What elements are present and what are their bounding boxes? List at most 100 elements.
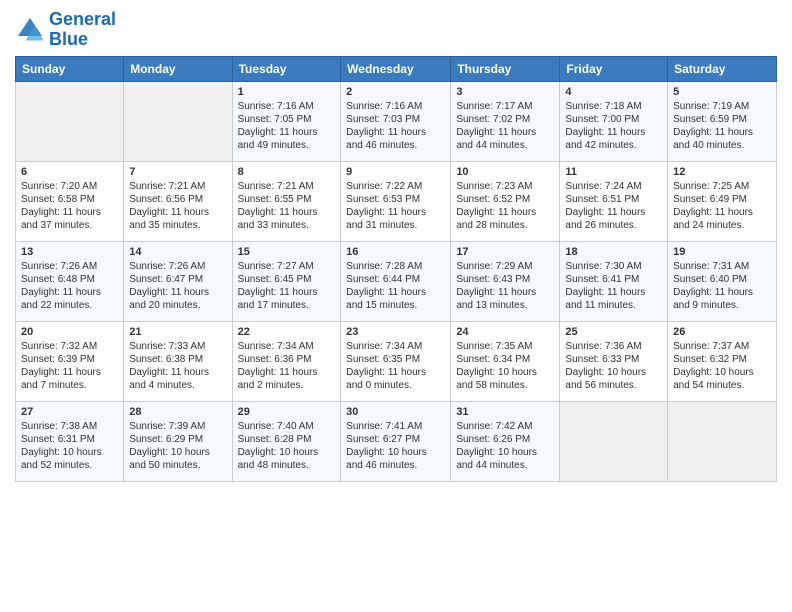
day-number: 10 (456, 166, 554, 178)
logo-icon (15, 15, 45, 45)
calendar-cell: 25 Sunrise: 7:36 AM Sunset: 6:33 PM Dayli… (560, 321, 668, 401)
day-number: 15 (238, 246, 336, 258)
day-info: Sunrise: 7:29 AM Sunset: 6:43 PM Dayligh… (456, 260, 554, 312)
day-number: 30 (346, 406, 445, 418)
calendar-cell: 23Sunrise: 7:34 AM Sunset: 6:35 PM Dayli… (341, 321, 451, 401)
day-info: Sunrise: 7:18 AM Sunset: 7:00 PM Dayligh… (565, 100, 662, 152)
day-number: 22 (238, 326, 336, 338)
day-number: 26 (673, 326, 771, 338)
calendar-cell: 17 Sunrise: 7:29 AM Sunset: 6:43 PM Dayli… (451, 241, 560, 321)
day-number: 1 (238, 86, 336, 98)
calendar-cell (124, 81, 232, 161)
calendar-cell: 6 Sunrise: 7:20 AM Sunset: 6:58 PM Daylig… (16, 161, 124, 241)
day-number: 14 (129, 246, 226, 258)
day-number: 21 (129, 326, 226, 338)
day-info: Sunrise: 7:41 AM Sunset: 6:27 PM Dayligh… (346, 420, 445, 472)
calendar-cell (668, 401, 777, 481)
day-info: Sunrise: 7:16 AM Sunset: 7:03 PM Dayligh… (346, 100, 445, 152)
day-number: 24 (456, 326, 554, 338)
day-info: Sunrise: 7:22 AM Sunset: 6:53 PM Dayligh… (346, 180, 445, 232)
day-number: 3 (456, 86, 554, 98)
page-header: General Blue (15, 10, 777, 50)
day-info: Sunrise: 7:31 AM Sunset: 6:40 PM Dayligh… (673, 260, 771, 312)
logo: General Blue (15, 10, 116, 50)
calendar-cell: 8 Sunrise: 7:21 AM Sunset: 6:55 PM Daylig… (232, 161, 341, 241)
calendar-cell: 2 Sunrise: 7:16 AM Sunset: 7:03 PM Daylig… (341, 81, 451, 161)
calendar-table: SundayMondayTuesdayWednesdayThursdayFrid… (15, 56, 777, 482)
calendar-cell: 3 Sunrise: 7:17 AM Sunset: 7:02 PM Daylig… (451, 81, 560, 161)
day-number: 4 (565, 86, 662, 98)
day-header-saturday: Saturday (668, 56, 777, 81)
day-info: Sunrise: 7:24 AM Sunset: 6:51 PM Dayligh… (565, 180, 662, 232)
calendar-header: SundayMondayTuesdayWednesdayThursdayFrid… (16, 56, 777, 81)
calendar-cell: 20 Sunrise: 7:32 AM Sunset: 6:39 PM Dayli… (16, 321, 124, 401)
calendar-cell: 27Sunrise: 7:38 AM Sunset: 6:31 PM Dayli… (16, 401, 124, 481)
day-number: 8 (238, 166, 336, 178)
calendar-cell: 10 Sunrise: 7:23 AM Sunset: 6:52 PM Dayli… (451, 161, 560, 241)
day-number: 20 (21, 326, 118, 338)
day-info: Sunrise: 7:39 AM Sunset: 6:29 PM Dayligh… (129, 420, 226, 472)
day-header-monday: Monday (124, 56, 232, 81)
day-info: Sunrise: 7:42 AM Sunset: 6:26 PM Dayligh… (456, 420, 554, 472)
day-number: 28 (129, 406, 226, 418)
day-header-sunday: Sunday (16, 56, 124, 81)
day-info: Sunrise: 7:40 AM Sunset: 6:28 PM Dayligh… (238, 420, 336, 472)
calendar-cell: 16Sunrise: 7:28 AM Sunset: 6:44 PM Dayli… (341, 241, 451, 321)
day-number: 9 (346, 166, 445, 178)
calendar-cell: 29 Sunrise: 7:40 AM Sunset: 6:28 PM Dayli… (232, 401, 341, 481)
calendar-cell: 30 Sunrise: 7:41 AM Sunset: 6:27 PM Dayli… (341, 401, 451, 481)
day-info: Sunrise: 7:26 AM Sunset: 6:48 PM Dayligh… (21, 260, 118, 312)
calendar-cell: 14 Sunrise: 7:26 AM Sunset: 6:47 PM Dayli… (124, 241, 232, 321)
day-number: 5 (673, 86, 771, 98)
day-info: Sunrise: 7:20 AM Sunset: 6:58 PM Dayligh… (21, 180, 118, 232)
calendar-week-1: 1Sunrise: 7:16 AM Sunset: 7:05 PM Daylig… (16, 81, 777, 161)
day-info: Sunrise: 7:34 AM Sunset: 6:35 PM Dayligh… (346, 340, 445, 392)
day-info: Sunrise: 7:36 AM Sunset: 6:33 PM Dayligh… (565, 340, 662, 392)
calendar-cell: 5 Sunrise: 7:19 AM Sunset: 6:59 PM Daylig… (668, 81, 777, 161)
day-info: Sunrise: 7:32 AM Sunset: 6:39 PM Dayligh… (21, 340, 118, 392)
calendar-cell: 19 Sunrise: 7:31 AM Sunset: 6:40 PM Dayli… (668, 241, 777, 321)
day-number: 17 (456, 246, 554, 258)
calendar-week-3: 13 Sunrise: 7:26 AM Sunset: 6:48 PM Dayli… (16, 241, 777, 321)
calendar-week-5: 27Sunrise: 7:38 AM Sunset: 6:31 PM Dayli… (16, 401, 777, 481)
calendar-cell (16, 81, 124, 161)
day-info: Sunrise: 7:19 AM Sunset: 6:59 PM Dayligh… (673, 100, 771, 152)
day-number: 19 (673, 246, 771, 258)
day-number: 11 (565, 166, 662, 178)
day-number: 25 (565, 326, 662, 338)
calendar-cell: 21 Sunrise: 7:33 AM Sunset: 6:38 PM Dayli… (124, 321, 232, 401)
day-info: Sunrise: 7:26 AM Sunset: 6:47 PM Dayligh… (129, 260, 226, 312)
day-info: Sunrise: 7:38 AM Sunset: 6:31 PM Dayligh… (21, 420, 118, 472)
day-info: Sunrise: 7:21 AM Sunset: 6:55 PM Dayligh… (238, 180, 336, 232)
day-info: Sunrise: 7:23 AM Sunset: 6:52 PM Dayligh… (456, 180, 554, 232)
calendar-cell: 13 Sunrise: 7:26 AM Sunset: 6:48 PM Dayli… (16, 241, 124, 321)
day-info: Sunrise: 7:33 AM Sunset: 6:38 PM Dayligh… (129, 340, 226, 392)
calendar-week-2: 6 Sunrise: 7:20 AM Sunset: 6:58 PM Daylig… (16, 161, 777, 241)
day-info: Sunrise: 7:34 AM Sunset: 6:36 PM Dayligh… (238, 340, 336, 392)
day-number: 2 (346, 86, 445, 98)
day-header-tuesday: Tuesday (232, 56, 341, 81)
calendar-week-4: 20 Sunrise: 7:32 AM Sunset: 6:39 PM Dayli… (16, 321, 777, 401)
calendar-cell: 24 Sunrise: 7:35 AM Sunset: 6:34 PM Dayli… (451, 321, 560, 401)
calendar-cell (560, 401, 668, 481)
day-info: Sunrise: 7:30 AM Sunset: 6:41 PM Dayligh… (565, 260, 662, 312)
calendar-cell: 28 Sunrise: 7:39 AM Sunset: 6:29 PM Dayli… (124, 401, 232, 481)
calendar-cell: 18 Sunrise: 7:30 AM Sunset: 6:41 PM Dayli… (560, 241, 668, 321)
logo-text: General Blue (49, 10, 116, 50)
calendar-cell: 15 Sunrise: 7:27 AM Sunset: 6:45 PM Dayli… (232, 241, 341, 321)
calendar-cell: 31Sunrise: 7:42 AM Sunset: 6:26 PM Dayli… (451, 401, 560, 481)
calendar-cell: 1Sunrise: 7:16 AM Sunset: 7:05 PM Daylig… (232, 81, 341, 161)
day-info: Sunrise: 7:25 AM Sunset: 6:49 PM Dayligh… (673, 180, 771, 232)
day-number: 29 (238, 406, 336, 418)
day-number: 18 (565, 246, 662, 258)
day-info: Sunrise: 7:35 AM Sunset: 6:34 PM Dayligh… (456, 340, 554, 392)
day-info: Sunrise: 7:17 AM Sunset: 7:02 PM Dayligh… (456, 100, 554, 152)
day-info: Sunrise: 7:27 AM Sunset: 6:45 PM Dayligh… (238, 260, 336, 312)
day-header-friday: Friday (560, 56, 668, 81)
calendar-cell: 11 Sunrise: 7:24 AM Sunset: 6:51 PM Dayli… (560, 161, 668, 241)
calendar-cell: 12Sunrise: 7:25 AM Sunset: 6:49 PM Dayli… (668, 161, 777, 241)
day-info: Sunrise: 7:37 AM Sunset: 6:32 PM Dayligh… (673, 340, 771, 392)
calendar-cell: 7Sunrise: 7:21 AM Sunset: 6:56 PM Daylig… (124, 161, 232, 241)
day-number: 6 (21, 166, 118, 178)
day-number: 13 (21, 246, 118, 258)
